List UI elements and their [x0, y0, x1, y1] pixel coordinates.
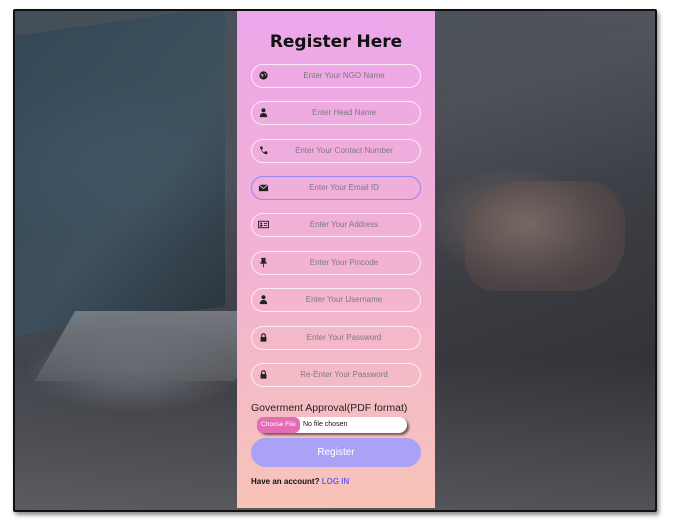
confirm-password-field[interactable]: Re-Enter Your Password: [251, 363, 421, 387]
login-prompt-row: Have an account? LOG IN: [251, 477, 349, 486]
email-field[interactable]: Enter Your Email ID: [251, 176, 421, 200]
pushpin-icon: [260, 257, 267, 268]
hand-backdrop: [465, 181, 625, 291]
file-upload-input[interactable]: Choose File No file chosen: [257, 417, 407, 433]
confirm-password-placeholder: Re-Enter Your Password: [300, 370, 388, 379]
username-field[interactable]: Enter Your Username: [251, 288, 421, 312]
background-photo: Register Here Enter Your NGO Name Enter …: [13, 9, 657, 512]
register-button[interactable]: Register: [251, 438, 421, 467]
user-icon: [259, 108, 268, 118]
form-title: Register Here: [269, 32, 403, 52]
password-field[interactable]: Enter Your Password: [251, 326, 421, 350]
choose-file-button[interactable]: Choose File: [257, 417, 300, 433]
registration-panel: Register Here Enter Your NGO Name Enter …: [237, 11, 435, 508]
laptop-screen-backdrop: [15, 11, 225, 336]
contact-number-field[interactable]: Enter Your Contact Number: [251, 139, 421, 163]
head-name-field[interactable]: Enter Head Name: [251, 101, 421, 125]
pincode-field[interactable]: Enter Your Pincode: [251, 251, 421, 275]
ngo-name-field[interactable]: Enter Your NGO Name: [251, 64, 421, 88]
lock-icon: [260, 370, 267, 379]
globe-icon: [259, 71, 268, 80]
address-placeholder: Enter Your Address: [309, 220, 379, 229]
login-prompt-text: Have an account?: [251, 477, 320, 486]
approval-label: Goverment Approval(PDF format): [251, 402, 408, 414]
ngo-name-placeholder: Enter Your NGO Name: [303, 71, 385, 80]
password-placeholder: Enter Your Password: [306, 333, 382, 342]
login-link[interactable]: LOG IN: [322, 477, 350, 486]
address-card-icon: [258, 220, 269, 229]
contact-number-placeholder: Enter Your Contact Number: [295, 146, 393, 155]
lock-icon: [260, 333, 267, 342]
head-name-placeholder: Enter Head Name: [311, 108, 377, 117]
username-placeholder: Enter Your Username: [305, 295, 383, 304]
file-status-text: No file chosen: [303, 421, 348, 428]
address-field[interactable]: Enter Your Address: [251, 213, 421, 237]
user-icon: [259, 295, 268, 305]
email-placeholder: Enter Your Email ID: [309, 183, 379, 192]
pincode-placeholder: Enter Your Pincode: [309, 258, 379, 267]
phone-icon: [259, 146, 268, 155]
envelope-icon: [258, 184, 269, 192]
